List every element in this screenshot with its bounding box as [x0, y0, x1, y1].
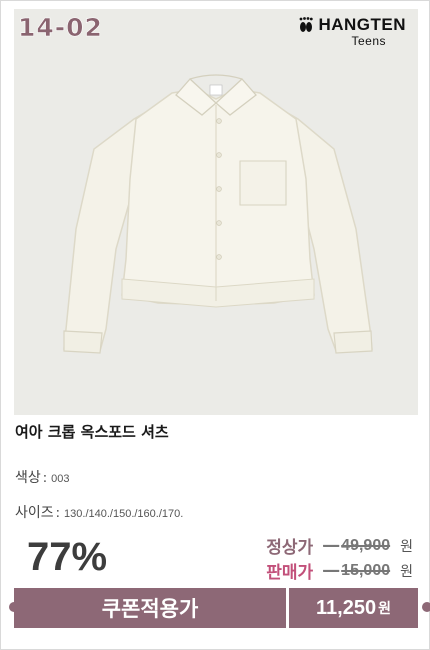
- final-price-won: 원: [378, 601, 391, 617]
- bar-right-dot: [422, 602, 430, 612]
- regular-price-label: 정상가: [266, 538, 314, 558]
- final-price-box[interactable]: 11,250 원: [289, 588, 418, 628]
- size-row: 사이즈 : 130./140./150./160./170.: [15, 502, 183, 522]
- brand-logo: HANGTEN Teens: [298, 15, 406, 48]
- discount-rate: 77%: [27, 535, 108, 579]
- color-row: 색상 : 003: [15, 467, 70, 487]
- color-separator: :: [42, 471, 48, 486]
- product-image[interactable]: 14-02 HANGTEN Teens: [14, 9, 418, 415]
- regular-price-row: 정상가 49,900 원: [266, 533, 413, 559]
- product-card[interactable]: 14-02 HANGTEN Teens 여아 크롭 옥스포드 셔츠 색상 : 0…: [0, 0, 430, 650]
- sale-price-value: 15,000: [323, 562, 390, 580]
- regular-price-won: 원: [400, 538, 413, 555]
- sale-price-label: 판매가: [266, 563, 314, 583]
- brand-name: HANGTEN: [318, 15, 406, 34]
- coupon-price-button[interactable]: 쿠폰적용가: [14, 588, 286, 628]
- color-value: 003: [51, 473, 70, 485]
- product-code: 14-02: [18, 13, 103, 43]
- color-label: 색상: [15, 470, 41, 486]
- sale-price-won: 원: [400, 563, 413, 580]
- size-separator: :: [55, 506, 61, 521]
- final-price-value: 11,250: [316, 596, 377, 619]
- footprint-icon: [300, 17, 314, 32]
- brand-sub: Teens: [351, 34, 386, 48]
- sale-price-row: 판매가 15,000 원: [266, 558, 413, 584]
- product-title[interactable]: 여아 크롭 옥스포드 셔츠: [15, 421, 169, 442]
- size-value: 130./140./150./160./170.: [64, 508, 184, 520]
- size-label: 사이즈: [15, 505, 54, 521]
- shirt-image: [63, 74, 373, 354]
- regular-price-value: 49,900: [323, 537, 390, 555]
